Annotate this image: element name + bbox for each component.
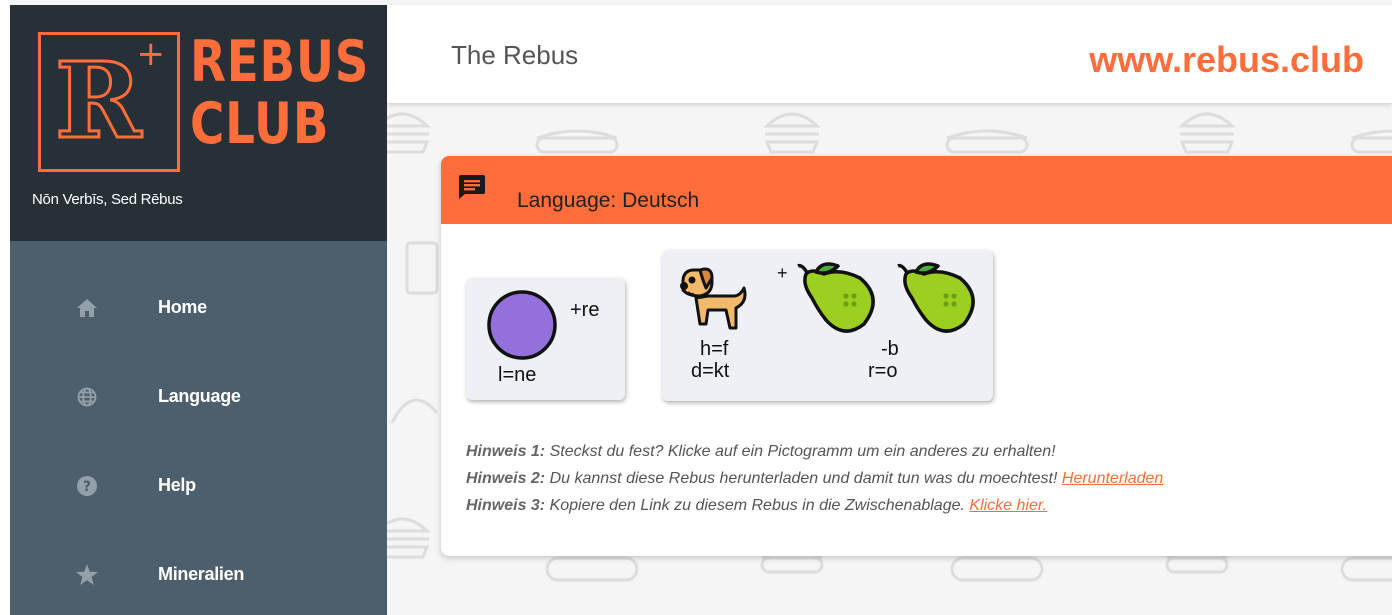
star-icon [76, 564, 98, 586]
tile-modifier-dog-2: d=kt [691, 360, 730, 382]
sidebar: R + REBUS CLUB Nōn Verbīs, Sed Rēbus Hom… [10, 5, 387, 615]
hint-text: Steckst du fest? Klicke auf ein Pictogra… [545, 443, 1056, 460]
sidebar-item-help[interactable]: ? Help [10, 441, 387, 530]
hint-text: Kopiere den Link zu diesem Rebus in die … [545, 497, 970, 514]
tile-plus: + [777, 263, 788, 283]
help-icon: ? [76, 475, 98, 497]
copy-link[interactable]: Klicke hier. [969, 497, 1047, 514]
home-icon [76, 297, 98, 319]
sidebar-item-label: Home [158, 297, 207, 317]
sidebar-header: R + REBUS CLUB Nōn Verbīs, Sed Rēbus [10, 5, 387, 241]
pear-picture-1[interactable] [794, 260, 886, 343]
hint-text: Du kannst diese Rebus herunterladen und … [545, 470, 1062, 487]
logo-line-1: REBUS [190, 29, 370, 95]
hint-2: Hinweis 2: Du kannst diese Rebus herunte… [466, 465, 1163, 492]
rebus-tile-dog-pears[interactable]: + h=f d=kt -b r=o [662, 250, 993, 401]
hint-label: Hinweis 3: [466, 497, 546, 514]
tagline: Nōn Verbīs, Sed Rēbus [32, 191, 183, 208]
card-title: Language: Deutsch [517, 189, 700, 212]
hints: Hinweis 1: Steckst du fest? Klicke auf e… [466, 438, 1163, 519]
rebus-card: Language: Deutsch +re l=ne + h=f d=kt -b… [441, 156, 1392, 556]
sidebar-item-language[interactable]: Language [10, 352, 387, 441]
hint-label: Hinweis 1: [466, 443, 546, 460]
sidebar-item-label: Mineralien [158, 564, 245, 584]
top-bar: The Rebus www.rebus.club [387, 5, 1392, 103]
logo-letter: R [53, 39, 142, 162]
tile-modifier-dog-1: h=f [700, 338, 729, 360]
download-link[interactable]: Herunterladen [1062, 470, 1163, 487]
sidebar-item-label: Help [158, 475, 196, 495]
dog-picture[interactable] [678, 266, 758, 343]
pear-picture-2[interactable] [894, 260, 986, 343]
circle-picture[interactable] [486, 289, 558, 366]
logo[interactable]: R + [38, 32, 180, 172]
tile-modifier-bottom: l=ne [498, 364, 537, 386]
chat-icon [459, 175, 485, 204]
hint-3: Hinweis 3: Kopiere den Link zu diesem Re… [466, 492, 1163, 519]
sidebar-nav: Home Language ? Help Mineralien [10, 263, 387, 615]
tile-modifier-pear-2: r=o [868, 360, 898, 382]
sidebar-item-mineralien[interactable]: Mineralien [10, 530, 387, 615]
logo-line-2: CLUB [190, 91, 330, 157]
svg-text:?: ? [83, 479, 91, 495]
sidebar-item-home[interactable]: Home [10, 263, 387, 352]
logo-text: REBUS CLUB [190, 31, 369, 155]
window-edge [0, 0, 10, 615]
hint-1: Hinweis 1: Steckst du fest? Klicke auf e… [466, 438, 1163, 465]
logo-plus: + [136, 34, 166, 74]
hint-label: Hinweis 2: [466, 470, 546, 487]
tile-modifier-pear-1: -b [881, 338, 899, 360]
tile-modifier-top: +re [570, 299, 600, 321]
card-header: Language: Deutsch [441, 156, 1392, 224]
site-url[interactable]: www.rebus.club [1089, 39, 1364, 81]
page-title: The Rebus [451, 40, 579, 70]
sidebar-item-label: Language [158, 386, 241, 406]
rebus-tile-circle[interactable]: +re l=ne [466, 278, 625, 400]
globe-icon [76, 386, 98, 408]
